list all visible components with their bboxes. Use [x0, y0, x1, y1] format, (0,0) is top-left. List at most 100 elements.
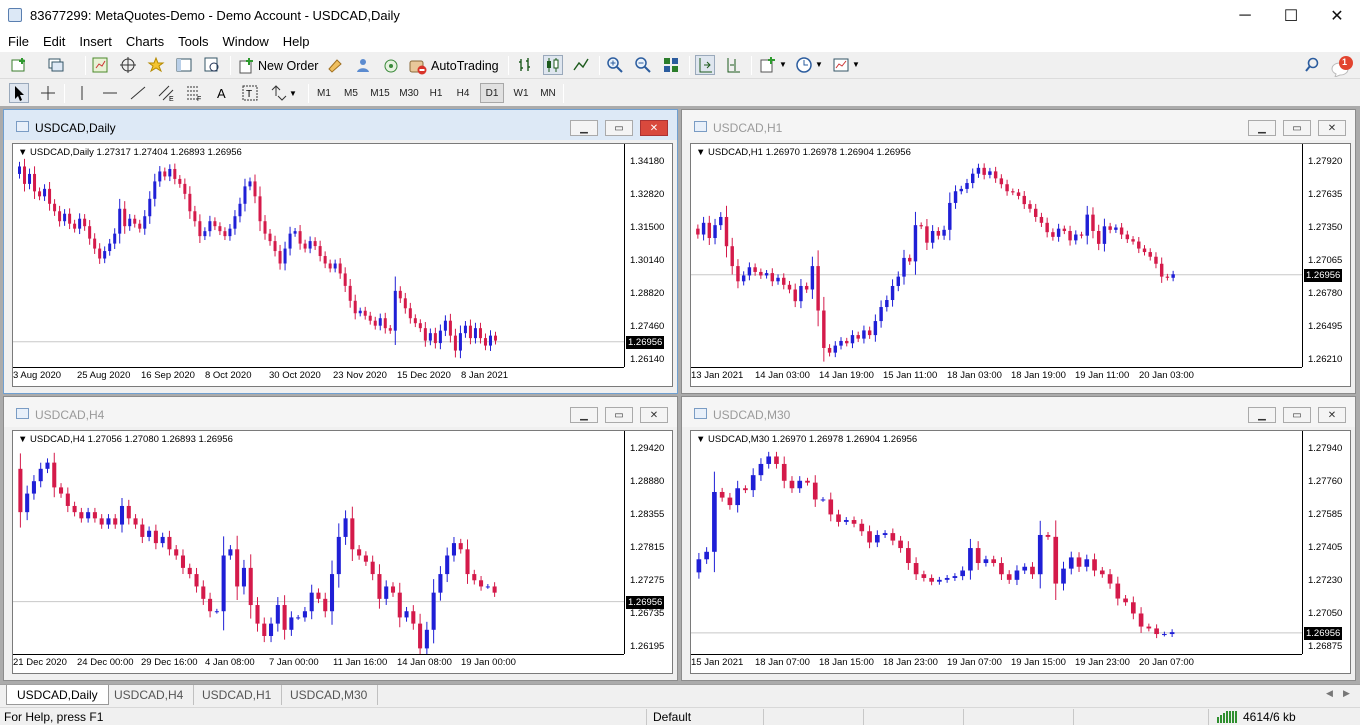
signals-icon[interactable]	[382, 56, 400, 74]
chart-area[interactable]: ▼ USDCAD,H1 1.26970 1.26978 1.26904 1.26…	[690, 143, 1351, 387]
indicators-icon[interactable]	[759, 56, 777, 74]
candle	[397, 582, 402, 628]
zoom-out-icon[interactable]	[634, 56, 652, 74]
tab-usdcad-h1[interactable]: USDCAD,H1	[192, 685, 283, 705]
timeframe-w1[interactable]: W1	[509, 83, 533, 103]
bar-chart-icon[interactable]	[516, 56, 534, 74]
window-caption[interactable]: USDCAD,H4 ▁ ▭ ✕	[4, 397, 677, 427]
candle	[313, 237, 317, 250]
close-icon[interactable]: ✕	[1318, 407, 1346, 423]
tile-windows-icon[interactable]	[662, 56, 680, 74]
indicators-dropdown-icon[interactable]: ▼	[779, 60, 787, 69]
timeframe-m15[interactable]: M15	[366, 83, 394, 103]
minimize-icon[interactable]: ▁	[1248, 120, 1276, 136]
chart-area[interactable]: ▼ USDCAD,Daily 1.27317 1.27404 1.26893 1…	[12, 143, 673, 387]
menu-window[interactable]: Window	[216, 32, 276, 52]
chart-window-h1[interactable]: USDCAD,H1 ▁ ▭ ✕ ▼ USDCAD,H1 1.26970 1.26…	[681, 109, 1356, 394]
tab-usdcad-h4[interactable]: USDCAD,H4	[104, 685, 195, 705]
chart-area[interactable]: ▼ USDCAD,H4 1.27056 1.27080 1.26893 1.26…	[12, 430, 673, 674]
templates-dropdown-icon[interactable]: ▼	[852, 60, 860, 69]
zoom-in-icon[interactable]	[606, 56, 624, 74]
menu-file[interactable]: File	[1, 32, 36, 52]
minimize-icon[interactable]: ▁	[570, 407, 598, 423]
timeframe-d1[interactable]: D1	[480, 83, 504, 103]
close-icon[interactable]: ✕	[640, 407, 668, 423]
window-caption[interactable]: USDCAD,Daily ▁ ▭ ✕	[4, 110, 677, 140]
scroll-left-icon[interactable]: ◀	[1326, 688, 1333, 699]
trendline-icon[interactable]	[129, 84, 147, 102]
timeframe-mn[interactable]: MN	[536, 83, 560, 103]
chart-window-m30[interactable]: USDCAD,M30 ▁ ▭ ✕ ▼ USDCAD,M30 1.26970 1.…	[681, 396, 1356, 681]
periods-dropdown-icon[interactable]: ▼	[815, 60, 823, 69]
fibonacci-icon[interactable]: F	[185, 84, 203, 102]
candle	[269, 617, 274, 643]
window-caption[interactable]: USDCAD,M30 ▁ ▭ ✕	[682, 397, 1355, 427]
candle	[960, 566, 965, 581]
autotrading-button[interactable]: AutoTrading	[408, 55, 499, 76]
timeframe-m30[interactable]: M30	[396, 83, 422, 103]
arrows-dropdown-icon[interactable]: ▼	[289, 89, 297, 98]
equidistant-channel-icon[interactable]: E	[157, 84, 175, 102]
text-label-icon[interactable]: T	[241, 84, 259, 102]
close-icon[interactable]: ✕	[1318, 120, 1346, 136]
timeframe-h1[interactable]: H1	[425, 83, 447, 103]
candle	[167, 530, 172, 556]
tab-usdcad-daily[interactable]: USDCAD,Daily	[6, 685, 109, 705]
notifications-button[interactable]: 1	[1330, 55, 1354, 78]
restore-icon[interactable]: ▭	[605, 120, 633, 136]
restore-icon[interactable]: ▭	[1283, 407, 1311, 423]
scroll-right-icon[interactable]: ▶	[1343, 688, 1350, 699]
menu-edit[interactable]: Edit	[36, 32, 72, 52]
candle	[59, 483, 64, 498]
chart-window-h4[interactable]: USDCAD,H4 ▁ ▭ ✕ ▼ USDCAD,H4 1.27056 1.27…	[3, 396, 678, 681]
profiles-icon[interactable]	[47, 56, 65, 74]
timeframe-m1[interactable]: M1	[313, 83, 335, 103]
menu-tools[interactable]: Tools	[171, 32, 215, 52]
terminal-icon[interactable]	[175, 56, 193, 74]
candle	[208, 592, 213, 618]
chart-window-daily[interactable]: USDCAD,Daily ▁ ▭ ✕ ▼ USDCAD,Daily 1.2731…	[3, 109, 678, 394]
tab-usdcad-m30[interactable]: USDCAD,M30	[280, 685, 379, 705]
menu-help[interactable]: Help	[276, 32, 317, 52]
close-button[interactable]: ✕	[1314, 0, 1360, 31]
cursor-icon[interactable]	[9, 83, 29, 103]
menu-charts[interactable]: Charts	[119, 32, 171, 52]
candle	[1022, 563, 1028, 575]
search-icon[interactable]	[1303, 56, 1321, 74]
restore-icon[interactable]: ▭	[1283, 120, 1311, 136]
help-text: For Help, press F1	[4, 710, 104, 724]
periods-icon[interactable]	[795, 56, 813, 74]
favorites-icon[interactable]	[147, 56, 165, 74]
community-icon[interactable]	[354, 56, 372, 74]
close-icon[interactable]: ✕	[640, 120, 668, 136]
minimize-icon[interactable]: ▁	[570, 120, 598, 136]
auto-scroll-icon[interactable]	[695, 55, 715, 75]
new-order-button[interactable]: New Order	[238, 55, 318, 76]
candle	[493, 331, 497, 345]
restore-icon[interactable]: ▭	[605, 407, 633, 423]
crosshair-navigator-icon[interactable]	[119, 56, 137, 74]
vertical-line-icon[interactable]	[73, 84, 91, 102]
line-chart-icon[interactable]	[572, 56, 590, 74]
window-caption[interactable]: USDCAD,H1 ▁ ▭ ✕	[682, 110, 1355, 140]
arrows-icon[interactable]	[269, 84, 287, 102]
maximize-button[interactable]: ☐	[1268, 0, 1314, 31]
chart-shift-icon[interactable]	[724, 56, 742, 74]
metaeditor-icon[interactable]	[326, 56, 344, 74]
text-icon[interactable]: A	[213, 84, 231, 102]
horizontal-line-icon[interactable]	[101, 84, 119, 102]
minimize-icon[interactable]: ▁	[1248, 407, 1276, 423]
crosshair-icon[interactable]	[39, 84, 57, 102]
strategy-tester-icon[interactable]	[203, 56, 221, 74]
timeframe-h4[interactable]: H4	[452, 83, 474, 103]
minimize-button[interactable]: ─	[1222, 0, 1268, 31]
candlesticks-icon[interactable]	[543, 55, 563, 75]
candle	[233, 210, 237, 235]
market-watch-icon[interactable]	[91, 56, 109, 74]
chart-area[interactable]: ▼ USDCAD,M30 1.26970 1.26978 1.26904 1.2…	[690, 430, 1351, 674]
menu-insert[interactable]: Insert	[72, 32, 119, 52]
timeframe-m5[interactable]: M5	[340, 83, 362, 103]
new-chart-icon[interactable]	[10, 56, 28, 74]
candle	[38, 462, 43, 488]
templates-icon[interactable]	[832, 56, 850, 74]
